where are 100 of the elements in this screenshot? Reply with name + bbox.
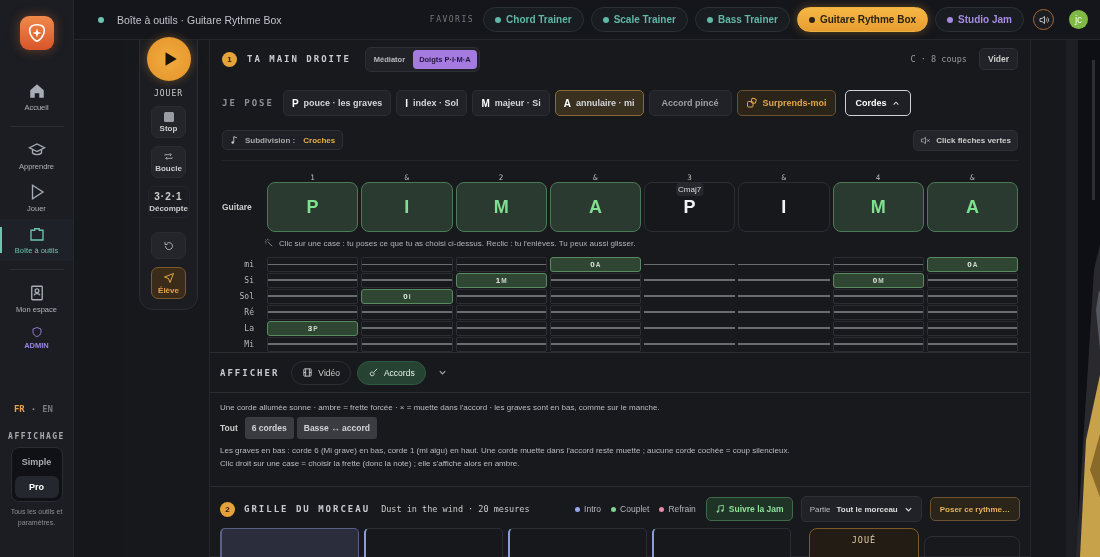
legend-label: Intro	[584, 504, 602, 514]
string-cell[interactable]	[926, 320, 1018, 336]
string-cell[interactable]	[455, 320, 547, 336]
step-number: 1	[222, 51, 237, 67]
string-cell[interactable]	[926, 272, 1018, 288]
status-dot-icon	[98, 16, 104, 23]
string-cell[interactable]	[455, 288, 547, 304]
preset-label: Tout	[220, 423, 238, 433]
student-button[interactable]: Élève	[151, 267, 186, 299]
reset-button[interactable]	[151, 232, 186, 259]
caret-icon	[891, 99, 900, 107]
send-icon	[162, 271, 175, 284]
step-pad[interactable]: I	[738, 182, 830, 232]
string-cell[interactable]	[832, 288, 924, 304]
separator-dot: ·	[30, 404, 37, 414]
string-cell[interactable]	[549, 336, 641, 352]
mode-option[interactable]: Pro	[14, 476, 59, 498]
finger-chip[interactable]: M majeur · Si	[472, 90, 550, 116]
string-cell[interactable]	[267, 288, 359, 304]
step-pad[interactable]: M	[455, 182, 547, 232]
song-info: Dust in the wind · 20 mesures	[381, 504, 530, 514]
string-cell[interactable]	[926, 304, 1018, 320]
click-button[interactable]: Click flèches vertes	[913, 129, 1018, 151]
clear-button[interactable]: Vider	[978, 48, 1018, 70]
preset-button[interactable]: 6 cordes	[244, 417, 294, 439]
string-cell[interactable]	[361, 256, 453, 272]
dice-icon	[745, 97, 758, 109]
chevron-down-icon[interactable]	[437, 368, 447, 377]
finger-chip[interactable]: I index · Sol	[396, 90, 468, 116]
string-cell[interactable]	[832, 256, 924, 272]
guitar-icon	[367, 367, 379, 378]
string-label: Ré	[243, 307, 255, 317]
favorite-pill[interactable]: Scale Trainer	[590, 7, 688, 32]
help-text: Clic droit sur une case = choisir la frette (donc la note) ; elle s'affiche alors en ambre.	[220, 459, 521, 468]
strings-toggle[interactable]: Cordes	[844, 90, 911, 116]
step-pad[interactable]: P	[267, 182, 359, 232]
string-cell[interactable]	[361, 320, 453, 336]
row-label: JE POSE	[222, 98, 274, 108]
loop-button[interactable]: Boucle	[151, 146, 186, 178]
string-label: Si	[243, 275, 255, 285]
string-cell[interactable]	[361, 272, 453, 288]
view-toggle[interactable]: Accords	[356, 360, 426, 385]
string-cell[interactable]	[267, 272, 359, 288]
breadcrumb: Boîte à outils · Guitare Rythme Box	[117, 13, 282, 26]
play-button[interactable]	[146, 37, 191, 81]
step-number: 2	[220, 501, 235, 517]
string-cell[interactable]	[926, 336, 1018, 352]
string-cell[interactable]	[455, 336, 547, 352]
string-cell[interactable]	[832, 336, 924, 352]
loop-icon	[163, 151, 174, 162]
string-cell[interactable]	[455, 256, 547, 272]
step-pad[interactable]: M	[832, 182, 924, 232]
step-pad[interactable]: A	[926, 182, 1018, 232]
follow-button[interactable]: Suivre la Jam	[705, 497, 793, 521]
favorite-pill[interactable]: Guitare Rythme Box	[796, 7, 929, 32]
string-label: Sol	[238, 291, 255, 301]
string-cell[interactable]	[361, 304, 453, 320]
string-label: Mi	[243, 339, 255, 349]
row-label: AFFICHER	[220, 367, 280, 378]
favorite-pill[interactable]: Chord Trainer	[483, 7, 584, 32]
language-option[interactable]: FR	[13, 404, 25, 414]
subdivision-button[interactable]: Subdivision : Croches	[222, 130, 344, 150]
stop-button[interactable]: Stop	[151, 106, 186, 138]
string-cell[interactable]	[549, 320, 641, 336]
string-cell[interactable]	[267, 256, 359, 272]
string-cell[interactable]	[361, 336, 453, 352]
finger-chip[interactable]: P pouce · les graves	[282, 90, 392, 116]
part-select[interactable]: Partie Tout le morceau	[800, 496, 922, 522]
favorites-label: FAVORIS	[429, 15, 475, 24]
mode-option[interactable]: Simple	[14, 451, 59, 473]
string-cell[interactable]	[832, 320, 924, 336]
string-cell[interactable]	[455, 304, 547, 320]
preset-button[interactable]: Basse ↔ accord	[296, 417, 377, 439]
countdown-button[interactable]: 3·2·1 Décompte	[147, 186, 190, 218]
step-pad[interactable]: A	[549, 182, 641, 232]
sound-button[interactable]	[1033, 9, 1054, 30]
speaker-icon	[1037, 13, 1050, 26]
music-note-icon	[230, 135, 240, 145]
string-cell[interactable]	[832, 304, 924, 320]
section-title: TA MAIN DROITE	[247, 54, 351, 64]
favorite-pill[interactable]: Bass Trainer	[694, 7, 790, 32]
string-cell[interactable]	[267, 336, 359, 352]
finger-chip[interactable]: A annulaire · mi	[554, 90, 644, 116]
string-cell[interactable]	[549, 288, 641, 304]
string-cell[interactable]	[926, 288, 1018, 304]
track-label: Guitare	[222, 202, 253, 212]
view-toggle[interactable]: Vidéo	[291, 360, 351, 385]
string-label: La	[243, 323, 255, 333]
string-cell[interactable]	[267, 304, 359, 320]
language-option[interactable]: EN	[42, 404, 54, 414]
string-cell[interactable]	[549, 272, 641, 288]
stop-icon	[163, 111, 174, 122]
chord-chip[interactable]: Accord pincé	[648, 90, 732, 116]
section-label: AFFICHAGE	[8, 432, 65, 441]
app-logo-icon[interactable]	[19, 16, 54, 50]
string-cell[interactable]	[549, 304, 641, 320]
apply-button[interactable]: Poser ce rythme…	[929, 497, 1020, 521]
favorite-pill[interactable]: Studio Jam	[935, 7, 1024, 32]
random-button[interactable]: Surprends-moi	[736, 90, 836, 116]
step-pad[interactable]: I	[361, 182, 453, 232]
